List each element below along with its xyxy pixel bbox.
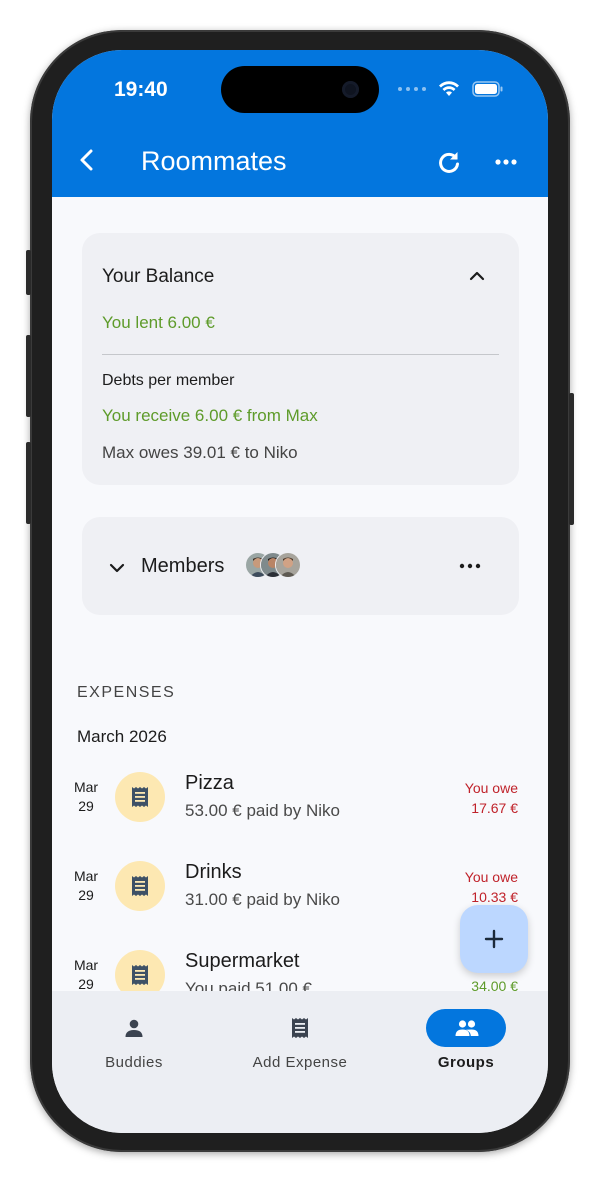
refresh-icon[interactable] [436, 149, 462, 175]
nav-label: Groups [437, 1054, 495, 1071]
expense-share: You owe 17.67 € [465, 778, 518, 818]
add-expense-fab[interactable] [460, 905, 528, 973]
nav-item-add-expense[interactable]: Add Expense [225, 991, 375, 1091]
members-card[interactable]: Members [82, 517, 519, 615]
balance-title: Your Balance [102, 266, 215, 287]
expense-share-amount: 17.67 € [471, 800, 518, 816]
expense-share-status: You owe [464, 869, 518, 885]
volume-up-button [26, 335, 31, 417]
expense-date-day: 29 [78, 887, 94, 903]
dynamic-island [221, 66, 379, 113]
status-time: 19:40 [114, 78, 168, 101]
chevron-down-icon[interactable] [109, 560, 125, 576]
receipt-icon [115, 861, 165, 911]
expense-name: Supermarket [185, 950, 300, 972]
receipt-icon [115, 950, 165, 991]
nav-item-groups[interactable]: Groups [391, 991, 541, 1091]
bottom-navigation: Buddies Add Expense Groups [52, 991, 548, 1133]
nav-label: Add Expense [252, 1054, 348, 1071]
receipt-icon [115, 772, 165, 822]
expense-name: Drinks [185, 861, 242, 883]
chevron-up-icon[interactable] [469, 268, 485, 284]
debt-receive: You receive 6.00 € from Max [102, 406, 318, 425]
expense-share: You owe 10.33 € [465, 867, 518, 907]
member-avatars [245, 552, 301, 578]
expense-date-month: Mar [73, 868, 99, 884]
nav-item-buddies[interactable]: Buddies [59, 991, 209, 1091]
expense-item-pizza[interactable]: Mar 29 Pizza 53.00 € paid by Niko You ow… [52, 772, 548, 842]
back-arrow-icon[interactable] [74, 146, 102, 174]
expense-date: Mar 29 [68, 867, 104, 905]
wifi-icon [439, 81, 459, 96]
expense-date-month: Mar [73, 779, 99, 795]
expense-name: Pizza [185, 772, 234, 794]
avatar [275, 552, 301, 578]
month-header: March 2026 [77, 727, 167, 746]
group-icon [455, 1020, 479, 1036]
signal-icon [398, 87, 426, 91]
balance-card: Your Balance You lent 6.00 € Debts per m… [82, 233, 519, 485]
expense-share-status: You owe [464, 780, 518, 796]
person-icon [125, 1019, 143, 1037]
main-content: Your Balance You lent 6.00 € Debts per m… [52, 197, 548, 991]
status-icons [398, 81, 504, 97]
expense-share-amount: 10.33 € [471, 889, 518, 905]
expense-date: Mar 29 [68, 778, 104, 816]
expense-date-day: 29 [78, 798, 94, 814]
screen: 19:40 Roommates Your Balance You lent 6.… [52, 50, 548, 1133]
expense-date-month: Mar [73, 957, 99, 973]
battery-icon [472, 81, 503, 97]
divider [102, 354, 499, 355]
balance-summary: You lent 6.00 € [102, 313, 215, 332]
volume-down-button [26, 442, 31, 524]
members-label: Members [141, 555, 225, 577]
debt-owes: Max owes 39.01 € to Niko [102, 443, 298, 462]
expense-date: Mar 29 [68, 956, 104, 991]
receipt-icon [292, 1018, 308, 1038]
power-button [569, 393, 574, 525]
expense-subtitle: 53.00 € paid by Niko [185, 801, 340, 820]
expense-date-day: 29 [78, 976, 94, 991]
nav-label: Buddies [105, 1054, 163, 1071]
debts-title: Debts per member [102, 372, 235, 389]
action-button [26, 250, 31, 295]
more-options-icon[interactable] [494, 150, 518, 174]
expense-subtitle: 31.00 € paid by Niko [185, 890, 340, 909]
expenses-section-label: EXPENSES [77, 684, 176, 701]
members-more-icon[interactable] [459, 561, 481, 571]
page-title: Roommates [141, 146, 287, 176]
plus-icon [484, 929, 504, 949]
expense-share-amount: 34.00 € [471, 978, 518, 991]
expense-subtitle: You paid 51.00 € [185, 979, 312, 991]
